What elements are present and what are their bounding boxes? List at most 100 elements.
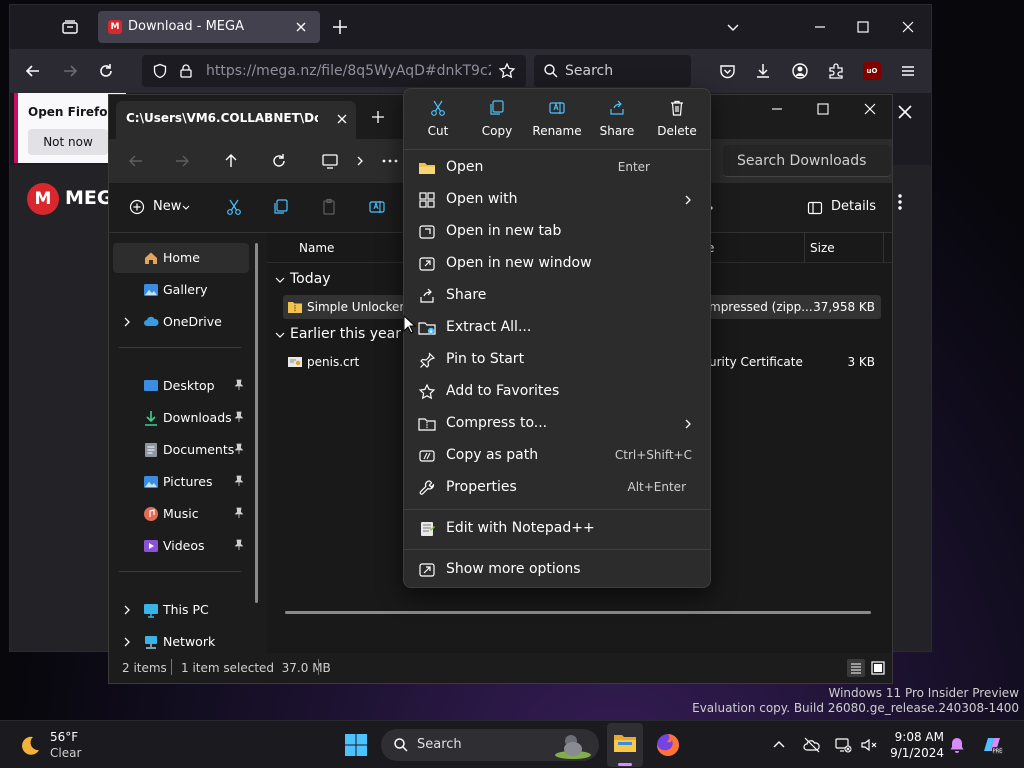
rename-icon[interactable] [368, 198, 386, 216]
volume-muted-icon[interactable] [860, 736, 878, 754]
horizontal-scrollbar[interactable] [285, 611, 871, 614]
nav-item-this-pc[interactable]: This PC [113, 595, 249, 625]
menu-item-pin-to-start[interactable]: Pin to Start [410, 345, 704, 375]
hamburger-menu-icon[interactable] [899, 62, 917, 80]
onedrive-offline-icon[interactable] [803, 736, 821, 754]
firefox-taskbar-icon[interactable] [655, 732, 681, 758]
copilot-icon[interactable]: PRE [980, 733, 1004, 757]
list-all-tabs-icon[interactable] [60, 17, 80, 37]
menu-item-extract-all[interactable]: Extract All... [410, 313, 704, 343]
explorer-tab[interactable]: C:\Users\VM6.COLLABNET\Downlo [116, 101, 356, 139]
close-tab-icon[interactable] [294, 20, 308, 34]
taskbar-file-explorer[interactable] [607, 723, 643, 767]
details-button[interactable]: Details [831, 199, 876, 214]
nav-item-desktop[interactable]: Desktop [113, 371, 249, 401]
firefox-search-bar[interactable]: Search [534, 55, 691, 87]
chevron-right-icon[interactable] [121, 636, 133, 648]
new-plus-icon[interactable] [129, 199, 145, 215]
quick-action-share[interactable]: Share [587, 99, 647, 143]
pin-icon[interactable] [233, 539, 245, 551]
refresh-icon[interactable] [270, 152, 288, 170]
pin-icon[interactable] [233, 507, 245, 519]
menu-item-share[interactable]: Share [410, 281, 704, 311]
nav-item-onedrive[interactable]: OneDrive [113, 307, 249, 337]
cut-icon[interactable] [225, 198, 243, 216]
nav-item-pictures[interactable]: Pictures [113, 467, 249, 497]
details-view-icon[interactable] [847, 659, 865, 677]
column-header-size[interactable]: Size [810, 241, 835, 255]
nav-item-home[interactable]: Home [113, 243, 249, 273]
pin-icon[interactable] [233, 443, 245, 455]
menu-item-compress-to[interactable]: Compress to... [410, 409, 704, 439]
url-bar[interactable]: https://mega.nz/file/8q5WyAqD#dnkT9c2uUr… [142, 55, 526, 87]
close-window-icon[interactable] [861, 100, 879, 118]
column-divider[interactable] [804, 233, 805, 263]
pin-icon[interactable] [233, 475, 245, 487]
close-notification-icon[interactable] [894, 101, 916, 123]
menu-item-open-with[interactable]: Open with [410, 185, 704, 215]
maximize-icon[interactable] [855, 19, 871, 35]
account-icon[interactable] [791, 62, 809, 80]
quick-action-rename[interactable]: Rename [527, 99, 587, 143]
notification-bell-icon[interactable] [948, 736, 966, 754]
ellipsis-icon[interactable] [381, 153, 399, 169]
menu-item-open-in-new-window[interactable]: Open in new window [410, 249, 704, 279]
ublock-origin-icon[interactable]: uO [863, 62, 881, 80]
close-window-icon[interactable] [900, 19, 916, 35]
chevron-down-icon[interactable] [726, 20, 740, 34]
firefox-tab-mega[interactable]: M Download - MEGA [98, 11, 320, 43]
paste-icon[interactable] [320, 198, 338, 216]
back-icon[interactable] [24, 62, 42, 80]
star-icon[interactable] [498, 62, 516, 80]
new-tab-icon[interactable] [331, 18, 349, 36]
tiles-view-icon[interactable] [869, 659, 887, 677]
column-divider[interactable] [883, 233, 884, 263]
nav-item-music[interactable]: Music [113, 499, 249, 529]
group-header-today[interactable]: Today [273, 269, 413, 291]
back-icon[interactable] [127, 152, 145, 170]
forward-icon[interactable] [61, 62, 79, 80]
close-tab-icon[interactable] [334, 111, 350, 127]
nav-item-documents[interactable]: Documents [113, 435, 249, 465]
menu-item-copy-as-path[interactable]: Copy as path Ctrl+Shift+C [410, 441, 704, 471]
taskbar-search[interactable]: Search [381, 729, 599, 761]
new-tab-icon[interactable] [370, 109, 386, 125]
nav-item-gallery[interactable]: Gallery [113, 275, 249, 305]
clock[interactable]: 9:08 AM 9/1/2024 [884, 727, 944, 763]
menu-item-properties[interactable]: Properties Alt+Enter [410, 473, 704, 503]
menu-item-open[interactable]: Open Enter [410, 153, 704, 183]
up-arrow-icon[interactable] [222, 152, 240, 170]
network-status-icon[interactable] [834, 736, 852, 754]
reload-icon[interactable] [97, 62, 115, 80]
mega-logo[interactable]: M [27, 183, 59, 215]
menu-item-edit-with-notepad[interactable]: Edit with Notepad++ [410, 514, 704, 544]
monitor-icon[interactable] [321, 152, 339, 170]
minimize-icon[interactable] [812, 19, 828, 35]
menu-item-add-to-favorites[interactable]: Add to Favorites [410, 377, 704, 407]
chevron-down-icon[interactable] [181, 203, 191, 213]
chevron-right-icon[interactable] [121, 316, 133, 328]
pocket-icon[interactable] [719, 63, 736, 80]
lock-icon[interactable] [178, 63, 194, 79]
downloads-icon[interactable] [754, 62, 772, 80]
not-now-button[interactable]: Not now [28, 129, 108, 155]
forward-icon[interactable] [173, 152, 191, 170]
column-header-name[interactable]: Name [299, 241, 334, 255]
nav-scrollbar[interactable] [255, 243, 258, 603]
copy-icon[interactable] [272, 198, 290, 216]
explorer-search-box[interactable]: Search Downloads [723, 145, 891, 177]
more-options-icon[interactable] [898, 193, 902, 211]
windows-start-icon[interactable] [344, 733, 368, 757]
extensions-icon[interactable] [827, 62, 845, 80]
menu-item-show-more-options[interactable]: Show more options [410, 555, 704, 585]
maximize-icon[interactable] [815, 101, 831, 117]
pin-icon[interactable] [233, 379, 245, 391]
quick-action-copy[interactable]: Copy [467, 99, 527, 143]
weather-widget[interactable]: 56°F Clear [16, 727, 136, 763]
chevron-right-icon[interactable] [121, 604, 133, 616]
chevron-right-icon[interactable] [354, 155, 366, 167]
details-pane-icon[interactable] [807, 200, 823, 216]
quick-action-cut[interactable]: Cut [408, 99, 468, 143]
new-button[interactable]: New [153, 199, 181, 214]
shield-icon[interactable] [152, 63, 168, 79]
